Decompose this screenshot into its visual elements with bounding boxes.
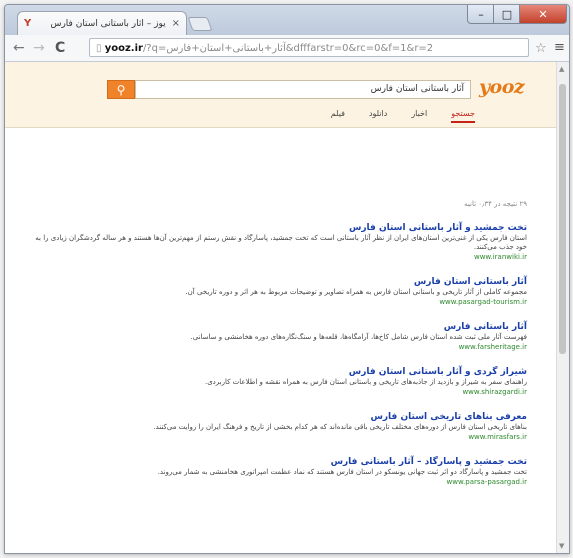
bookmark-star-icon[interactable]: ☆ xyxy=(535,41,547,56)
tab-video[interactable]: فیلم xyxy=(331,109,345,123)
result-title-link[interactable]: آثار باستانی فارس xyxy=(35,321,527,333)
site-header: ⚲ آثار باستانی استان فارس yooz جستجو اخب… xyxy=(5,62,557,128)
tab-search[interactable]: جستجو xyxy=(451,109,475,123)
tab-news[interactable]: اخبار xyxy=(411,109,427,123)
result-snippet: فهرست آثار ملی ثبت شده استان فارس شامل ک… xyxy=(190,333,527,341)
maximize-button[interactable]: □ xyxy=(493,5,521,24)
result-item: معرفی بناهای تاریخی استان فارس بناهای تا… xyxy=(35,411,527,443)
result-title-link[interactable]: آثار باستانی استان فارس xyxy=(35,276,527,288)
reload-icon[interactable]: C xyxy=(55,40,65,56)
back-icon[interactable]: ← xyxy=(13,40,25,56)
menu-icon[interactable]: ≡ xyxy=(554,40,565,55)
vertical-scrollbar[interactable]: ▲ ▼ xyxy=(556,62,569,553)
tab-download[interactable]: دانلود xyxy=(369,109,387,123)
result-title-link[interactable]: تخت جمشید و آثار باستانی استان فارس xyxy=(35,222,527,234)
tab-title: یوز – آثار باستانی استان فارس xyxy=(50,18,166,29)
scrollbar-thumb[interactable] xyxy=(559,84,566,354)
minimize-button[interactable]: – xyxy=(467,5,495,24)
result-url[interactable]: www.iranwiki.ir xyxy=(35,252,527,263)
window-close-button[interactable]: ✕ xyxy=(519,5,567,24)
result-snippet: استان فارس یکی از غنی‌ترین استان‌های ایر… xyxy=(35,234,527,251)
results-list: تخت جمشید و آثار باستانی استان فارس استا… xyxy=(35,222,527,501)
page-icon: ▯ xyxy=(96,43,105,54)
result-snippet: راهنمای سفر به شیراز و بازدید از جاذبه‌ه… xyxy=(204,378,527,386)
results-count: ۲۹ نتیجه در ۰٫۳۴ ثانیه xyxy=(464,200,527,208)
browser-window: Y یوز – آثار باستانی استان فارس × – □ ✕ … xyxy=(4,4,570,554)
category-tabs: جستجو اخبار دانلود فیلم xyxy=(205,109,475,123)
result-item: شیراز گردی و آثار باستانی استان فارس راه… xyxy=(35,366,527,398)
scroll-up-icon[interactable]: ▲ xyxy=(559,65,564,73)
result-url[interactable]: www.parsa-pasargad.ir xyxy=(35,477,527,488)
search-input[interactable]: آثار باستانی استان فارس xyxy=(135,80,471,99)
result-title-link[interactable]: معرفی بناهای تاریخی استان فارس xyxy=(35,411,527,423)
close-icon[interactable]: × xyxy=(172,18,180,29)
search-button[interactable]: ⚲ xyxy=(107,80,135,99)
result-snippet: تخت جمشید و پاسارگاد دو اثر ثبت جهانی یو… xyxy=(157,468,527,476)
page-content: ⚲ آثار باستانی استان فارس yooz جستجو اخب… xyxy=(5,62,557,553)
result-url[interactable]: www.shirazgardi.ir xyxy=(35,387,527,398)
new-tab-button[interactable] xyxy=(187,17,213,31)
site-logo[interactable]: yooz xyxy=(479,76,525,98)
scroll-down-icon[interactable]: ▼ xyxy=(559,542,564,550)
result-snippet: مجموعه کاملی از آثار تاریخی و باستانی اس… xyxy=(185,288,527,296)
forward-icon[interactable]: → xyxy=(33,40,45,56)
result-url[interactable]: www.farsheritage.ir xyxy=(35,342,527,353)
browser-tab[interactable]: Y یوز – آثار باستانی استان فارس × xyxy=(17,11,187,35)
result-url[interactable]: www.pasargad-tourism.ir xyxy=(35,297,527,308)
search-icon: ⚲ xyxy=(116,83,126,97)
browser-toolbar: ← → C ▯ yooz.ir/?q=آثار+باستانی+استان+فا… xyxy=(5,35,569,62)
result-url[interactable]: www.mirasfars.ir xyxy=(35,432,527,443)
favicon-icon: Y xyxy=(24,18,32,29)
result-item: آثار باستانی فارس فهرست آثار ملی ثبت شده… xyxy=(35,321,527,353)
result-item: آثار باستانی استان فارس مجموعه کاملی از … xyxy=(35,276,527,308)
url-path: /?q=آثار+باستانی+استان+فارس&dfffarstr=0&… xyxy=(142,43,434,54)
result-title-link[interactable]: شیراز گردی و آثار باستانی استان فارس xyxy=(35,366,527,378)
address-bar[interactable]: ▯ yooz.ir/?q=آثار+باستانی+استان+فارس&dff… xyxy=(89,38,529,57)
result-snippet: بناهای تاریخی استان فارس از دوره‌های مخت… xyxy=(153,423,527,431)
url-host: yooz.ir xyxy=(104,43,143,54)
result-item: تخت جمشید و پاسارگاد – آثار باستانی فارس… xyxy=(35,456,527,488)
result-title-link[interactable]: تخت جمشید و پاسارگاد – آثار باستانی فارس xyxy=(35,456,527,468)
result-item: تخت جمشید و آثار باستانی استان فارس استا… xyxy=(35,222,527,263)
tab-strip: Y یوز – آثار باستانی استان فارس × – □ ✕ xyxy=(5,5,569,35)
